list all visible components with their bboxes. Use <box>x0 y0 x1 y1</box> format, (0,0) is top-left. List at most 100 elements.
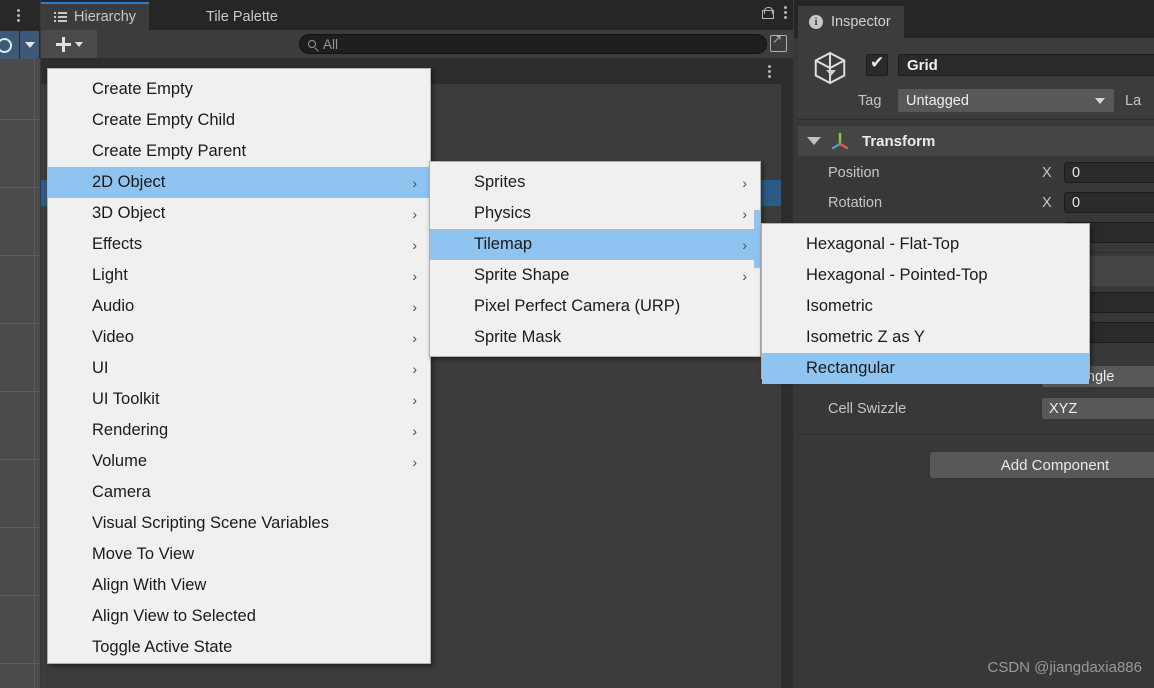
menu-item-create-6[interactable]: Light › <box>48 260 430 291</box>
menu-item-tilemap-0[interactable]: Hexagonal - Flat-Top <box>762 229 1089 260</box>
chevron-down-icon[interactable] <box>826 70 836 76</box>
menu-item-label: Visual Scripting Scene Variables <box>92 514 329 532</box>
tag-value: Untagged <box>906 92 969 109</box>
popout-window-icon[interactable] <box>770 32 787 52</box>
menu-item-2d-object-5[interactable]: Sprite Mask <box>430 322 760 353</box>
menu-item-2d-object-3[interactable]: Sprite Shape › <box>430 260 760 291</box>
chevron-right-icon: › <box>412 267 417 284</box>
scene-view-tabstrip <box>0 0 40 30</box>
menu-item-create-7[interactable]: Audio › <box>48 291 430 322</box>
tab-hierarchy-label: Hierarchy <box>74 9 137 25</box>
menu-item-label: UI <box>92 359 109 377</box>
chevron-right-icon: › <box>412 174 417 191</box>
menu-item-create-10[interactable]: UI Toolkit › <box>48 384 430 415</box>
chevron-right-icon: › <box>412 298 417 315</box>
menu-item-label: Create Empty Parent <box>92 142 247 160</box>
add-component-button[interactable]: Add Component <box>930 452 1154 478</box>
kebab-menu-icon[interactable] <box>784 6 787 19</box>
menu-item-create-4[interactable]: 3D Object › <box>48 198 430 229</box>
chevron-right-icon: › <box>412 205 417 222</box>
menu-item-2d-object-0[interactable]: Sprites › <box>430 167 760 198</box>
divider <box>798 119 1154 120</box>
menu-item-create-1[interactable]: Create Empty Child <box>48 105 430 136</box>
menu-item-tilemap-1[interactable]: Hexagonal - Pointed-Top <box>762 260 1089 291</box>
chevron-right-icon: › <box>742 267 747 284</box>
object-name-field[interactable]: Grid <box>898 54 1154 76</box>
menu-scrollbar[interactable] <box>754 162 760 356</box>
menu-item-create-15[interactable]: Move To View <box>48 539 430 570</box>
menu-item-label: Align With View <box>92 576 207 594</box>
grid-line <box>34 59 35 688</box>
tab-inspector-label: Inspector <box>831 14 891 30</box>
hierarchy-list-icon <box>54 12 67 22</box>
chevron-down-icon[interactable] <box>20 31 39 59</box>
create-context-menu[interactable]: Create Empty Create Empty Child Create Emp… <box>47 68 431 664</box>
cell-swizzle-dropdown[interactable]: XYZ <box>1042 398 1154 419</box>
tag-label: Tag <box>858 93 882 109</box>
menu-item-create-9[interactable]: UI › <box>48 353 430 384</box>
divider <box>798 434 1154 435</box>
menu-item-create-3[interactable]: 2D Object › <box>48 167 430 198</box>
menu-item-create-13[interactable]: Camera <box>48 477 430 508</box>
tab-hierarchy[interactable]: Hierarchy <box>41 2 150 30</box>
menu-item-create-2[interactable]: Create Empty Parent <box>48 136 430 167</box>
menu-item-label: Light <box>92 266 128 284</box>
menu-item-create-14[interactable]: Visual Scripting Scene Variables <box>48 508 430 539</box>
menu-item-label: Tilemap <box>474 235 533 253</box>
menu-item-create-11[interactable]: Rendering › <box>48 415 430 446</box>
menu-item-create-8[interactable]: Video › <box>48 322 430 353</box>
menu-scroll-thumb[interactable] <box>754 210 760 268</box>
menu-item-label: Video <box>92 328 134 346</box>
menu-item-label: Physics <box>474 204 531 222</box>
chevron-right-icon: › <box>742 236 747 253</box>
globe-handles-icon[interactable] <box>0 31 19 59</box>
menu-item-tilemap-3[interactable]: Isometric Z as Y <box>762 322 1089 353</box>
hierarchy-scrollbar[interactable] <box>781 84 793 688</box>
add-gameobject-button[interactable] <box>41 30 97 58</box>
scene-view-panel <box>0 0 40 688</box>
lock-icon[interactable] <box>762 6 774 19</box>
transform-title: Transform <box>862 132 936 150</box>
menu-item-label: Create Empty Child <box>92 111 236 129</box>
menu-item-tilemap-4[interactable]: Rectangular <box>762 353 1089 384</box>
rotation-x-input[interactable]: 0 <box>1064 192 1154 213</box>
menu-item-label: Camera <box>92 483 151 501</box>
chevron-right-icon: › <box>412 422 417 439</box>
search-value: All <box>323 36 339 52</box>
menu-item-create-17[interactable]: Align View to Selected <box>48 601 430 632</box>
tab-inspector[interactable]: i Inspector <box>798 6 904 38</box>
menu-item-2d-object-4[interactable]: Pixel Perfect Camera (URP) <box>430 291 760 322</box>
menu-item-label: Pixel Perfect Camera (URP) <box>474 297 681 315</box>
menu-item-label: Hexagonal - Flat-Top <box>806 235 960 253</box>
menu-item-2d-object-2[interactable]: Tilemap › <box>430 229 760 260</box>
hierarchy-tabstrip: Hierarchy Tile Palette <box>41 0 793 30</box>
menu-item-create-16[interactable]: Align With View <box>48 570 430 601</box>
rotation-x-axis-label: X <box>1042 195 1052 211</box>
foldout-arrow-icon[interactable] <box>807 137 821 145</box>
menu-item-label: Audio <box>92 297 135 315</box>
tilemap-submenu[interactable]: Hexagonal - Flat-Top Hexagonal - Pointed-… <box>761 223 1090 384</box>
scene-view-canvas[interactable] <box>0 59 40 688</box>
menu-item-label: Sprite Shape <box>474 266 570 284</box>
menu-item-create-18[interactable]: Toggle Active State <box>48 632 430 663</box>
menu-item-label: Move To View <box>92 545 195 563</box>
menu-scrollbar[interactable] <box>424 69 430 663</box>
kebab-menu-icon[interactable] <box>768 65 771 78</box>
menu-item-label: Isometric Z as Y <box>806 328 925 346</box>
object-enabled-checkbox[interactable] <box>866 53 888 76</box>
search-input[interactable]: All <box>299 34 767 54</box>
grid-cell-swizzle-row: Cell Swizzle XYZ <box>798 398 1154 423</box>
menu-item-2d-object-1[interactable]: Physics › <box>430 198 760 229</box>
chevron-right-icon: › <box>742 205 747 222</box>
position-x-input[interactable]: 0 <box>1064 162 1154 183</box>
transform-component-header[interactable]: Transform <box>798 126 1154 156</box>
menu-item-tilemap-2[interactable]: Isometric <box>762 291 1089 322</box>
menu-item-create-0[interactable]: Create Empty <box>48 74 430 105</box>
tab-tile-palette[interactable]: Tile Palette <box>193 4 291 30</box>
unity-editor-window: Hierarchy Tile Palette All ↗ i Inspector… <box>0 0 1154 688</box>
menu-item-create-5[interactable]: Effects › <box>48 229 430 260</box>
kebab-menu-icon[interactable] <box>17 9 20 22</box>
tag-dropdown[interactable]: Untagged <box>898 89 1114 112</box>
menu-item-create-12[interactable]: Volume › <box>48 446 430 477</box>
2d-object-submenu[interactable]: Sprites › Physics › Tilemap › Sprite Shape › Pix… <box>429 161 761 357</box>
